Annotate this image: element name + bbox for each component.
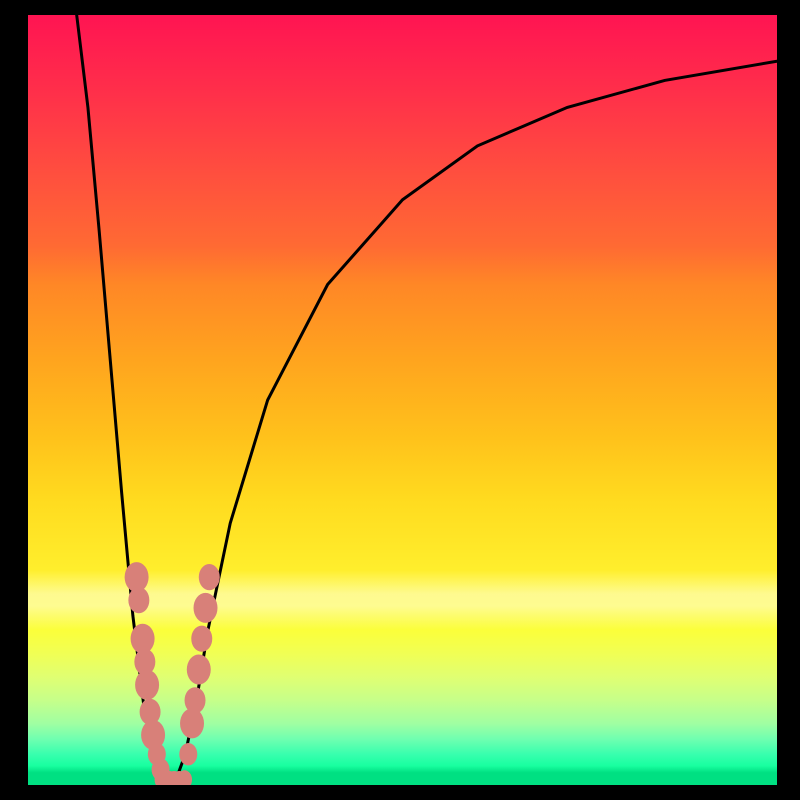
marker-dot xyxy=(199,564,220,590)
marker-dot xyxy=(185,687,206,713)
marker-dot xyxy=(191,626,212,652)
marker-dot xyxy=(135,670,159,700)
frame-right xyxy=(777,0,800,800)
frame-bottom xyxy=(0,785,800,800)
marker-dot xyxy=(180,708,204,738)
frame-top xyxy=(0,0,800,15)
marker-dot xyxy=(194,593,218,623)
frame-left xyxy=(0,0,28,800)
curve-right-branch xyxy=(174,61,777,785)
curve-layer xyxy=(28,15,777,785)
chart-container: TheBottleneck.com xyxy=(0,0,800,800)
marker-dot xyxy=(187,655,211,685)
marker-dot xyxy=(179,743,197,765)
plot-area xyxy=(28,15,777,785)
marker-dot xyxy=(128,587,149,613)
